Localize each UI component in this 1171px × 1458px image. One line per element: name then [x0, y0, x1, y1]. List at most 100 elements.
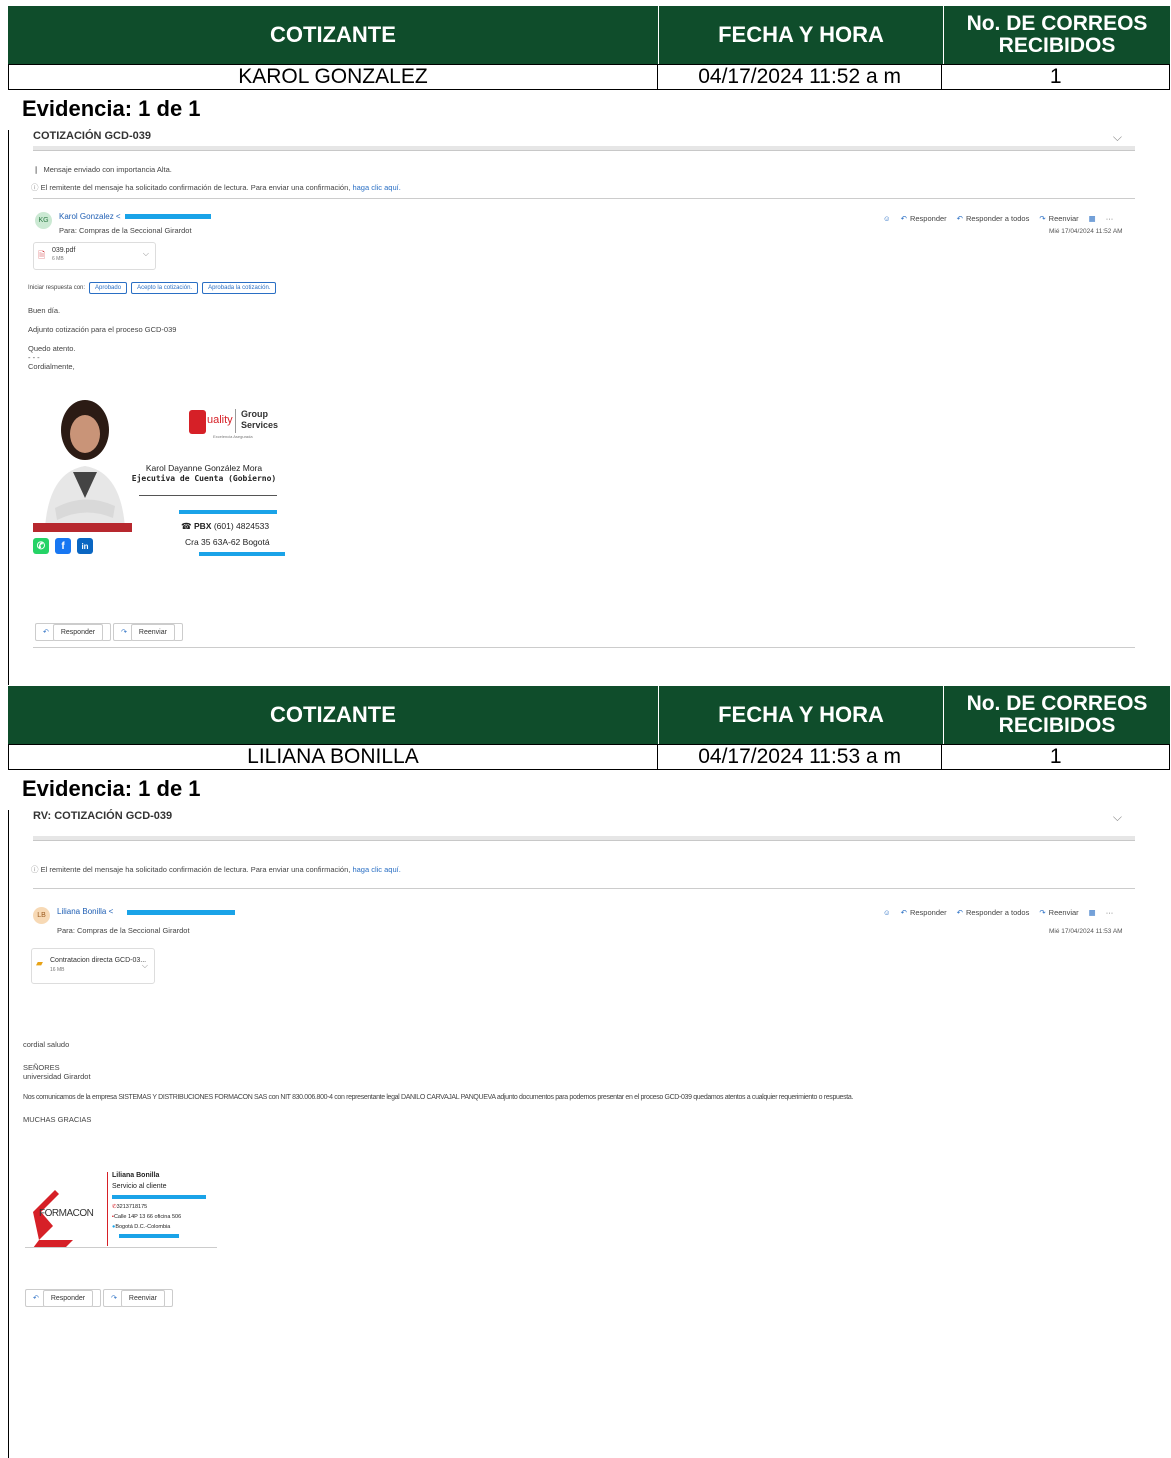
collapse-chevron-icon[interactable]: ⌵ — [1113, 130, 1122, 145]
signature-divider — [107, 1172, 108, 1246]
phone-icon: ☎ — [181, 521, 192, 531]
separator — [33, 836, 1135, 841]
signature-rule — [25, 1247, 217, 1248]
email-subject: RV: COTIZACIÓN GCD-039 — [33, 810, 173, 822]
attachment-card[interactable]: 🗎 039.pdf 6 MB ⌵ — [33, 242, 156, 270]
attachment-card[interactable]: ▰ Contratacion directa GCD-03... 16 MB ⌵ — [31, 948, 155, 984]
collapse-chevron-icon[interactable]: ⌵ — [1113, 810, 1122, 825]
sender-name[interactable]: Liliana Bonilla < — [57, 907, 113, 916]
body-line: Quedo atento. — [28, 344, 76, 353]
quick-replies: Iniciar respuesta con: Aprobado Acepto l… — [28, 282, 277, 294]
redacted-email — [179, 510, 277, 514]
logo-divider — [235, 409, 236, 433]
header-fecha-hora: FECHA Y HORA — [659, 686, 944, 744]
quick-reply-button[interactable]: Aprobada la cotización. — [202, 282, 277, 294]
evidence-label: Evidencia: 1 de 1 — [22, 776, 201, 801]
read-receipt-link[interactable]: haga clic aquí. — [352, 183, 400, 192]
signature-title: Servicio al cliente — [112, 1183, 167, 1190]
chevron-down-icon[interactable]: ⌵ — [142, 961, 148, 971]
cell-fecha: 04/17/2024 11:53 a m — [658, 745, 943, 769]
body-line: MUCHAS GRACIAS — [23, 1115, 92, 1124]
footer-reply-button[interactable]: ↶ Responder — [35, 623, 112, 641]
logo-brand: uality — [207, 414, 233, 426]
signature-city: ●Bogotá D.C.-Colombia — [112, 1224, 171, 1230]
recipient-line: Para: Compras de la Seccional Girardot — [59, 226, 192, 235]
pdf-icon: 🗎 — [38, 250, 46, 260]
footer-forward-button[interactable]: ↷ Reenviar — [113, 623, 183, 641]
facebook-icon[interactable]: f — [55, 538, 71, 554]
quality-logo-icon — [189, 410, 206, 434]
table-row: KAROL GONZALEZ 04/17/2024 11:52 a m 1 — [8, 64, 1170, 90]
body-line: SEÑORES — [23, 1063, 60, 1072]
signature-title: Ejecutiva de Cuenta (Gobierno) — [131, 474, 277, 483]
sender-name[interactable]: Karol Gonzalez < — [59, 212, 121, 221]
importance-notice: ❙ Mensaje enviado con importancia Alta. — [33, 165, 172, 174]
cell-fecha: 04/17/2024 11:52 a m — [658, 65, 943, 89]
body-line: cordial saludo — [23, 1040, 70, 1049]
reply-all-button[interactable]: ↶ Responder a todos — [957, 214, 1030, 223]
reply-all-button[interactable]: ↶ Responder a todos — [957, 908, 1030, 917]
separator — [33, 146, 1135, 151]
quick-reply-button[interactable]: Aprobado — [89, 282, 128, 294]
signature-rule — [139, 495, 277, 496]
apps-icon[interactable]: ▦ — [1089, 214, 1096, 223]
email-actions: ☺ ↶ Responder ↶ Responder a todos ↷ Reenvia… — [883, 908, 1113, 917]
forward-button[interactable]: ↷ Reenviar — [1039, 908, 1078, 917]
body-line: universidad Girardot — [23, 1072, 91, 1081]
header-correos: No. DE CORREOS RECIBIDOS — [966, 692, 1148, 737]
read-receipt-notice: ⓘ El remitente del mensaje ha solicitado… — [31, 183, 401, 192]
redacted-web — [119, 1234, 179, 1238]
footer-actions: ↶ Responder ↷ Reenviar — [35, 623, 183, 641]
cell-cotizante: LILIANA BONILLA — [9, 745, 658, 769]
body-line: Buen día. — [28, 306, 61, 315]
redacted-email — [127, 910, 235, 915]
email-actions: ☺ ↶ Responder ↶ Responder a todos ↷ Reenvia… — [883, 214, 1113, 223]
evidence-label: Evidencia: 1 de 1 — [22, 96, 201, 121]
linkedin-icon[interactable]: in — [77, 538, 93, 554]
signature-address: Cra 35 63A-62 Bogotá — [185, 537, 270, 547]
attachment-name: Contratacion directa GCD-03... — [50, 957, 147, 964]
read-receipt-notice: ⓘ El remitente del mensaje ha solicitado… — [31, 865, 401, 874]
attachment-size: 16 MB — [50, 967, 65, 973]
table-header: COTIZANTE FECHA Y HORA No. DE CORREOS RE… — [8, 6, 1170, 64]
emoji-icon[interactable]: ☺ — [883, 214, 891, 223]
forward-button[interactable]: ↷ Reenviar — [1039, 214, 1078, 223]
reply-button[interactable]: ↶ Responder — [901, 214, 947, 223]
logo-services: Services — [241, 420, 279, 430]
read-receipt-link[interactable]: haga clic aquí. — [352, 865, 400, 874]
divider — [33, 647, 1135, 648]
body-line: Cordialmente, — [28, 362, 75, 371]
email-screenshot: COTIZACIÓN GCD-039 ⌵ ❙ Mensaje enviado c… — [8, 130, 1170, 685]
email-subject: COTIZACIÓN GCD-039 — [33, 130, 151, 142]
redacted-email — [125, 214, 211, 219]
cell-cotizante: KAROL GONZALEZ — [9, 65, 658, 89]
emoji-icon[interactable]: ☺ — [883, 908, 891, 917]
cell-correos: 1 — [1049, 65, 1062, 88]
table-row: LILIANA BONILLA 04/17/2024 11:53 a m 1 — [8, 744, 1170, 770]
header-cotizante: COTIZANTE — [8, 686, 659, 744]
formacon-brand: FORMACON — [39, 1208, 94, 1219]
reply-button[interactable]: ↶ Responder — [901, 908, 947, 917]
logo-tagline: Excelencia Asegurada — [213, 434, 253, 439]
signature-name: Karol Dayanne González Mora — [145, 463, 263, 473]
attachment-name: 039.pdf — [52, 247, 76, 254]
info-icon: ⓘ — [31, 183, 39, 192]
exclamation-icon: ❙ — [33, 165, 40, 174]
table-header: COTIZANTE FECHA Y HORA No. DE CORREOS RE… — [8, 686, 1170, 744]
header-fecha-hora: FECHA Y HORA — [659, 6, 944, 64]
more-button[interactable]: ··· — [1106, 214, 1114, 223]
header-cotizante: COTIZANTE — [8, 6, 659, 64]
footer-forward-button[interactable]: ↷ Reenviar — [103, 1289, 173, 1307]
body-line: - - - — [28, 353, 40, 362]
body-line: Nos comunicamos de la empresa SISTEMAS Y… — [23, 1094, 853, 1101]
more-button[interactable]: ··· — [1106, 908, 1114, 917]
avatar: LB — [33, 907, 50, 924]
whatsapp-icon[interactable]: ✆ — [33, 538, 49, 554]
email-screenshot: RV: COTIZACIÓN GCD-039 ⌵ ⓘ El remitente … — [8, 810, 1170, 1458]
avatar: KG — [35, 212, 52, 229]
chevron-down-icon[interactable]: ⌵ — [143, 249, 149, 259]
folder-icon: ▰ — [36, 958, 43, 968]
quick-reply-button[interactable]: Acepto la cotización. — [131, 282, 199, 294]
footer-reply-button[interactable]: ↶ Responder — [25, 1289, 102, 1307]
apps-icon[interactable]: ▦ — [1089, 908, 1096, 917]
